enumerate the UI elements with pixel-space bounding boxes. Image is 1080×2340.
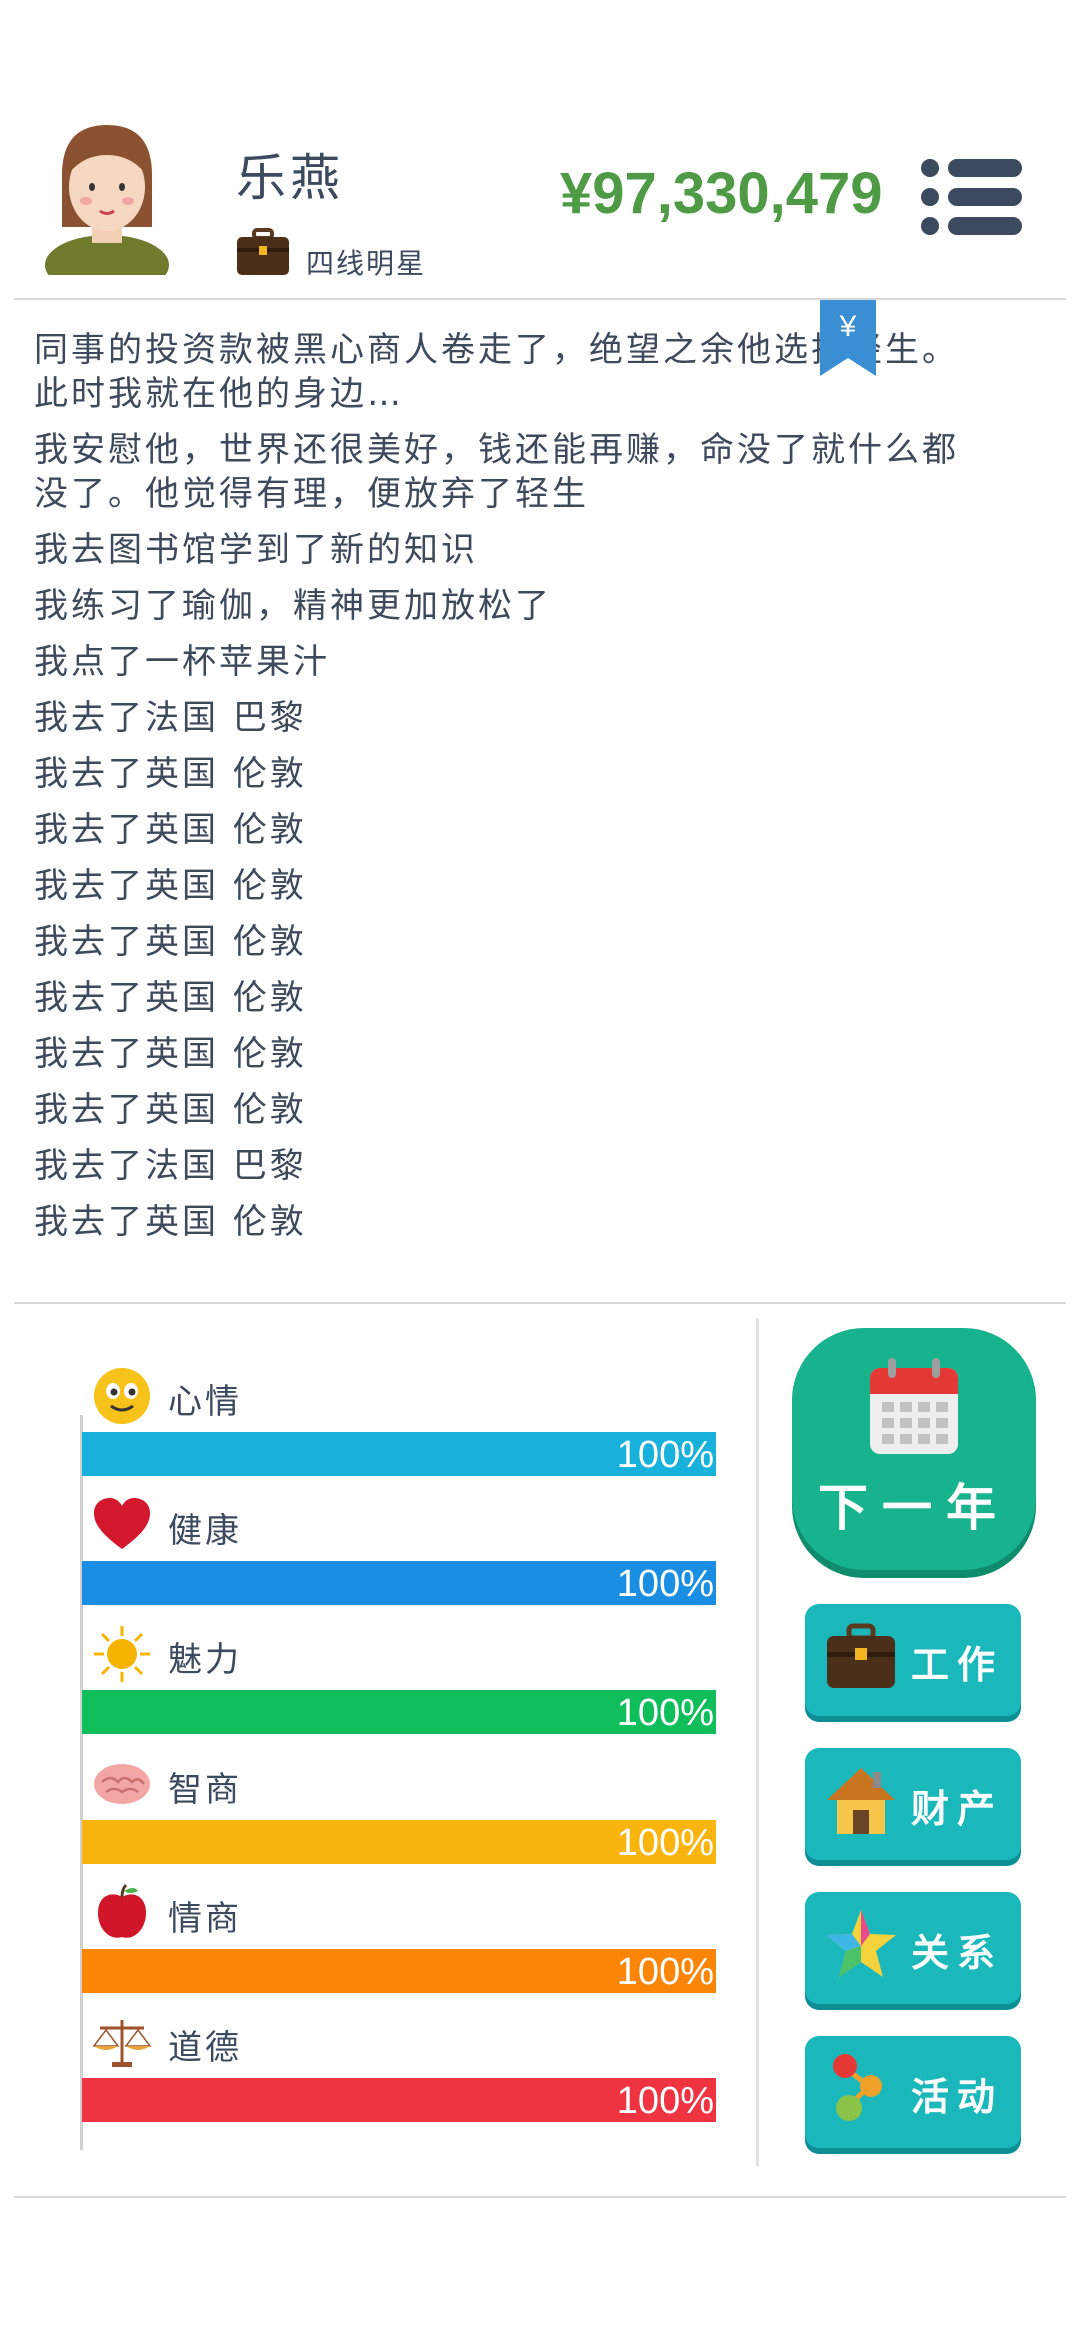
apple-icon (98, 1883, 146, 1938)
footer-divider (14, 2196, 1066, 2198)
brain-icon (94, 1764, 150, 1804)
stat-value: 100% (616, 2080, 714, 2122)
next-year-label: 下一年 (818, 1479, 1010, 1537)
stat-label: 道德 (168, 2028, 242, 2068)
relations-button[interactable]: 关系 (805, 1892, 1021, 2004)
avatar[interactable] (40, 115, 175, 275)
stat-value: 100% (616, 1563, 714, 1605)
stat-label: 心情 (168, 1382, 242, 1422)
stat-value: 100% (616, 1434, 714, 1476)
log-divider (14, 1302, 1066, 1304)
svg-text:¥: ¥ (839, 310, 857, 343)
log-line: 我去了英国 伦敦 (34, 866, 307, 906)
panel-divider (756, 1318, 759, 2166)
money-balance: ¥97,330,479 (560, 161, 883, 226)
activity-dots-icon (833, 2054, 882, 2121)
assets-label: 财产 (911, 1787, 1004, 1831)
stat-label: 健康 (168, 1511, 242, 1551)
event-log-list: 同事的投资款被黑心商人卷走了，绝望之余他选择轻生。 此时我就在他的身边… 我安慰他，… (0, 328, 1080, 1244)
stat-bar: 100% (82, 1690, 716, 1734)
house-icon (827, 1768, 895, 1834)
log-line: 我去了英国 伦敦 (34, 754, 307, 794)
log-line: 此时我就在他的身边… (34, 374, 404, 414)
briefcase-icon (827, 1623, 895, 1688)
stat-bar: 100% (82, 1432, 716, 1476)
log-line: 我去图书馆学到了新的知识 (34, 530, 478, 570)
log-line: 我去了法国 巴黎 (34, 1146, 307, 1186)
work-label: 工作 (911, 1643, 1004, 1687)
stat-bar: 100% (82, 2078, 716, 2122)
calendar-icon (870, 1358, 958, 1454)
log-line: 我安慰他，世界还很美好，钱还能再赚，命没了就什么都 (34, 430, 959, 470)
header: 乐燕 四线明星 ¥97,330,479 (0, 0, 1080, 298)
heart-icon (94, 1498, 150, 1549)
scales-icon (92, 2020, 152, 2067)
log-line: 没了。他觉得有理，便放弃了轻生 (34, 474, 589, 514)
activities-button[interactable]: 活动 (805, 2036, 1021, 2148)
stat-bar: 100% (82, 1949, 716, 1993)
work-button[interactable]: 工作 (805, 1604, 1021, 1716)
relations-label: 关系 (911, 1931, 1004, 1975)
stat-value: 100% (616, 1692, 714, 1734)
next-year-button[interactable]: 下一年 (792, 1328, 1036, 1570)
log-line: 同事的投资款被黑心商人卷走了，绝望之余他选择轻生。 (34, 330, 959, 370)
event-log[interactable]: 同事的投资款被黑心商人卷走了，绝望之余他选择轻生。 此时我就在他的身边… 我安慰他，… (0, 300, 1080, 1300)
smiley-icon (94, 1368, 150, 1424)
assets-button[interactable]: 财产 (805, 1748, 1021, 1860)
log-line: 我去了英国 伦敦 (34, 810, 307, 850)
log-line: 我去了英国 伦敦 (34, 1202, 307, 1242)
log-line: 我去了英国 伦敦 (34, 978, 307, 1018)
stats-panel: 心情 100% 健康 100% 魅力 100% 智商 100% 情商 100% 道德 100% (0, 1320, 760, 2180)
yuan-bookmark-icon[interactable]: ¥ (820, 300, 876, 376)
stat-value: 100% (616, 1822, 714, 1864)
log-line: 我点了一杯苹果汁 (34, 642, 330, 682)
log-line: 我去了英国 伦敦 (34, 922, 307, 962)
stat-label: 情商 (168, 1899, 242, 1939)
log-line: 我去了英国 伦敦 (34, 1090, 307, 1130)
stat-value: 100% (616, 1951, 714, 1993)
sun-icon (94, 1626, 150, 1682)
briefcase-icon (237, 228, 289, 275)
star-icon (826, 1910, 896, 1977)
stats-axis (80, 1415, 83, 2150)
menu-icon[interactable] (920, 158, 1024, 236)
log-line: 我去了法国 巴黎 (34, 698, 307, 738)
log-line: 我练习了瑜伽，精神更加放松了 (34, 586, 552, 626)
log-line: 我去了英国 伦敦 (34, 1034, 307, 1074)
stat-label: 智商 (168, 1770, 242, 1810)
activities-label: 活动 (911, 2075, 1004, 2119)
player-name: 乐燕 (236, 149, 344, 207)
stat-bar: 100% (82, 1820, 716, 1864)
player-rank: 四线明星 (306, 247, 427, 280)
stat-label: 魅力 (168, 1640, 242, 1680)
stat-bar: 100% (82, 1561, 716, 1605)
